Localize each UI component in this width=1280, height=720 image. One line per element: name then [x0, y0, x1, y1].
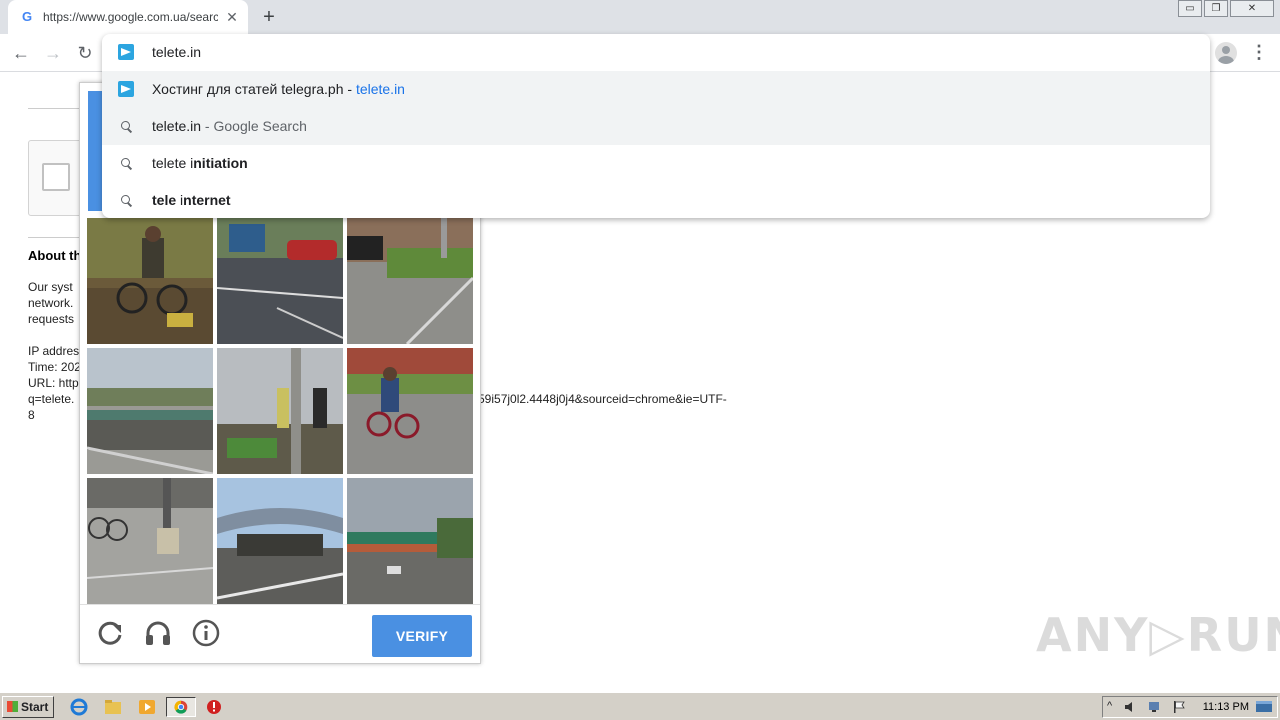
image-tile-bridge[interactable] [347, 478, 473, 604]
explorer-folder-icon[interactable] [102, 697, 124, 717]
url-query-line: q=telete. [28, 392, 75, 406]
image-tile-bridge[interactable] [87, 348, 213, 474]
start-button[interactable]: Start [2, 696, 54, 718]
search-icon [118, 192, 134, 208]
url-tail-text: 59i57j0l2.4448j0j4&sourceid=chrome&ie=UT… [478, 392, 727, 406]
audio-challenge-icon[interactable] [142, 617, 174, 649]
suggestion-item[interactable]: telete.in - Google Search [102, 108, 1210, 145]
browser-menu-button[interactable]: ⋮ [1250, 41, 1268, 65]
window-controls: ▭ ❐ ✕ [1176, 0, 1274, 18]
volume-icon[interactable] [1123, 700, 1139, 714]
url-line: URL: http [28, 376, 79, 390]
taskbar-clock: 11:13 PM [1202, 701, 1249, 713]
profile-avatar-icon[interactable] [1215, 42, 1237, 64]
suggestion-text: telete initiation [152, 155, 248, 171]
image-tile-traffic-light[interactable] [217, 348, 343, 474]
tab-close-icon[interactable]: ✕ [224, 9, 240, 25]
close-window-button[interactable]: ✕ [1230, 0, 1274, 17]
windows-taskbar: Start ^ 11:13 PM [0, 692, 1280, 720]
ip-address-line: IP addres [28, 344, 80, 358]
image-tile-overpass[interactable] [217, 478, 343, 604]
omnibox-input-text: telete.in [152, 44, 202, 60]
about-heading: About th [28, 248, 82, 263]
suggestion-item[interactable]: telete initiation [102, 145, 1210, 182]
telegram-icon [118, 44, 134, 60]
image-tile-street[interactable] [217, 218, 343, 344]
tray-expand-icon[interactable]: ^ [1107, 700, 1112, 712]
browser-tab[interactable]: G https://www.google.com.ua/search? ✕ [8, 0, 248, 34]
warning-app-icon[interactable] [203, 697, 225, 717]
suggestion-text: Хостинг для статей telegra.ph - telete.i… [152, 81, 405, 97]
body-line: requests [28, 312, 75, 326]
chrome-icon[interactable] [166, 697, 196, 717]
suggestion-text: tele internet [152, 192, 231, 208]
google-favicon-icon: G [22, 9, 33, 24]
suggestion-item[interactable]: tele internet [102, 182, 1210, 219]
browser-titlebar: G https://www.google.com.ua/search? ✕ + … [0, 0, 1280, 34]
challenge-footer: VERIFY [80, 604, 480, 664]
forward-button[interactable]: → [41, 41, 65, 65]
suggestion-text: telete.in - Google Search [152, 118, 307, 134]
omnibox-dropdown: telete.in Хостинг для статей telegra.ph … [102, 34, 1210, 218]
search-icon [118, 155, 134, 171]
show-desktop-icon[interactable] [1255, 700, 1273, 714]
anyrun-watermark-logo: ANY▷RUN [1036, 608, 1280, 662]
image-tile-sidewalk[interactable] [347, 218, 473, 344]
minimize-button[interactable]: ▭ [1178, 0, 1202, 17]
telegram-icon [118, 81, 134, 97]
media-player-icon[interactable] [136, 697, 158, 717]
verify-button[interactable]: VERIFY [372, 615, 472, 657]
image-tile-cyclist[interactable] [347, 348, 473, 474]
reload-button[interactable]: ↻ [73, 41, 97, 65]
ie-icon[interactable] [68, 697, 90, 717]
suggestion-item[interactable]: Хостинг для статей telegra.ph - telete.i… [102, 71, 1210, 108]
system-tray: ^ 11:13 PM [1102, 696, 1278, 718]
image-tile-cyclist[interactable] [87, 218, 213, 344]
body-line: network. [28, 296, 74, 310]
reload-challenge-icon[interactable] [94, 617, 126, 649]
recaptcha-checkbox[interactable] [42, 163, 70, 191]
body-line: Our syst [28, 280, 73, 294]
action-center-flag-icon[interactable] [1171, 700, 1187, 714]
image-tile-bike-rack[interactable] [87, 478, 213, 604]
url-end-line: 8 [28, 408, 35, 422]
time-line: Time: 202 [28, 360, 81, 374]
omnibox-input[interactable]: telete.in [102, 34, 1210, 71]
info-icon[interactable] [190, 617, 222, 649]
new-tab-button[interactable]: + [258, 6, 280, 28]
tab-title: https://www.google.com.ua/search? [43, 10, 218, 24]
back-button[interactable]: ← [9, 41, 33, 65]
image-grid [87, 218, 477, 604]
restore-button[interactable]: ❐ [1204, 0, 1228, 17]
network-icon[interactable] [1147, 700, 1163, 714]
search-icon [118, 118, 134, 134]
